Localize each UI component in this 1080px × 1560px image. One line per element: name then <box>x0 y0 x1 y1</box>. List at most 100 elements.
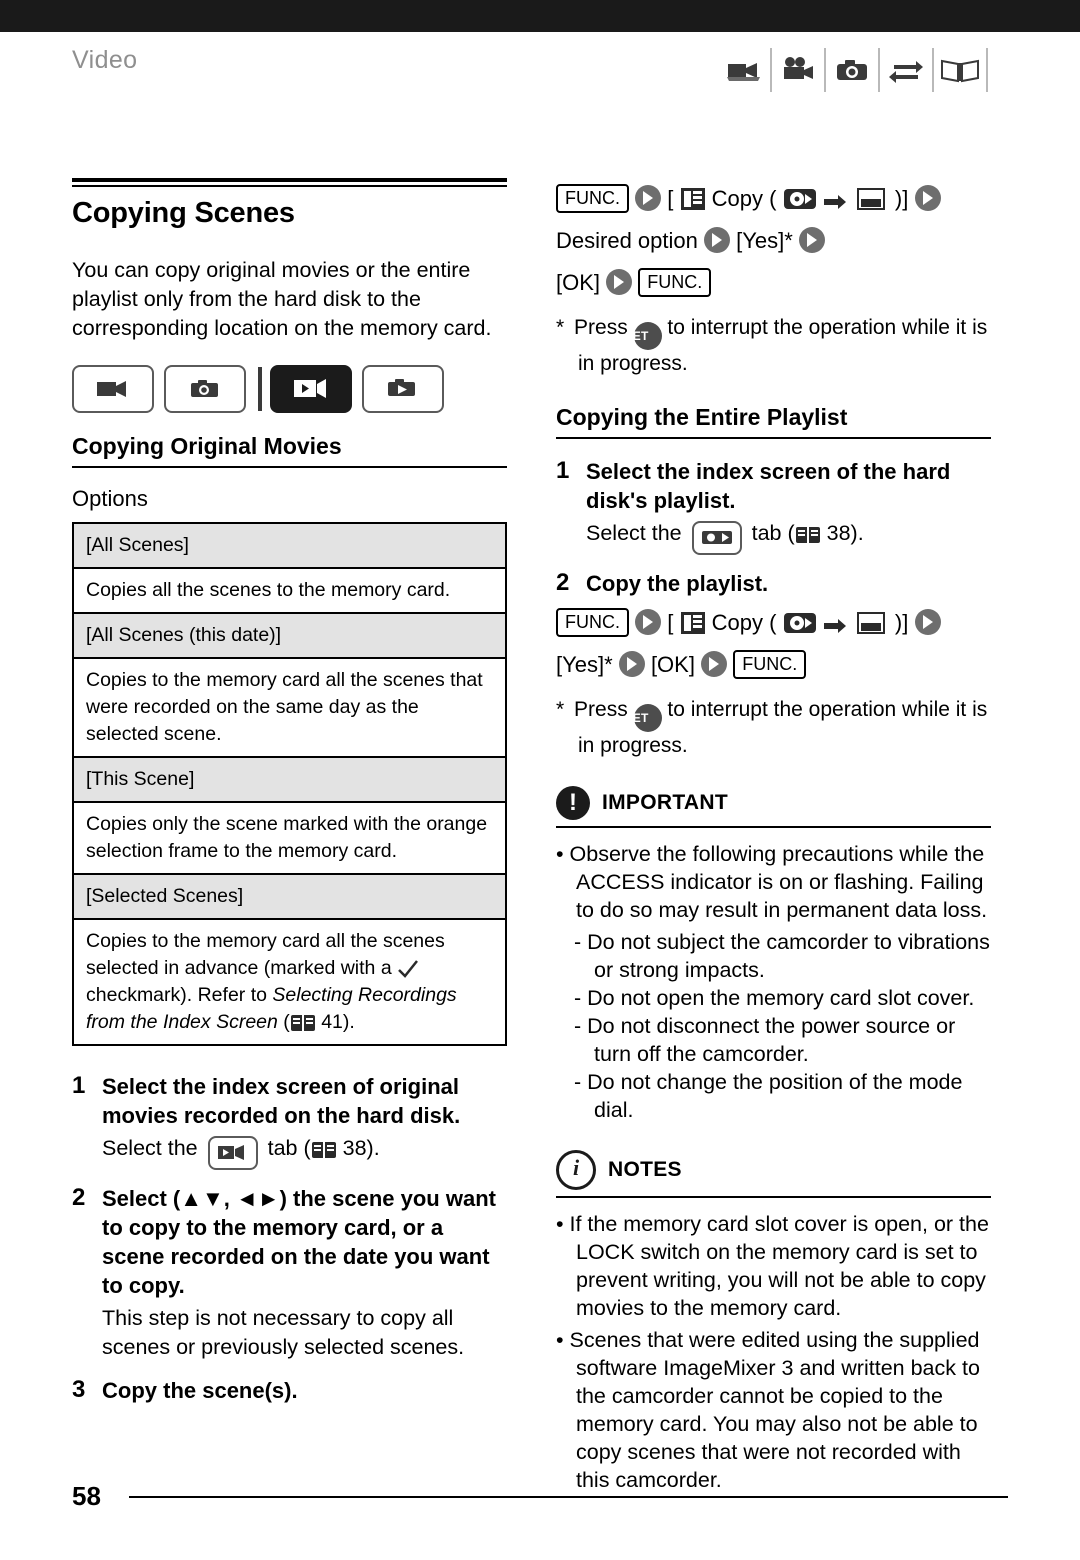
list-item: • Observe the following precautions whil… <box>556 842 988 922</box>
table-row: [All Scenes (this date)] <box>72 612 507 659</box>
header-title: Video <box>72 46 138 74</box>
ok-label[interactable]: [OK] <box>651 652 695 677</box>
option-desc-part1: Copies to the memory card all the scenes… <box>86 930 445 979</box>
substep-pre: Select the <box>586 521 682 545</box>
func-key[interactable]: FUNC. <box>556 184 629 213</box>
movie-camera-icon <box>770 48 824 92</box>
list-item: - Do not disconnect the power source or … <box>574 1014 956 1066</box>
option-desc-part4: ). <box>342 1011 355 1033</box>
desired-option-label: Desired option <box>556 228 698 253</box>
footnote-asterisk: * <box>556 316 565 339</box>
footnote-pre: Press <box>574 698 628 721</box>
joystick-dot-icon <box>606 269 633 295</box>
joystick-dot-icon <box>618 651 645 677</box>
notes-callout-header: i NOTES <box>556 1150 991 1190</box>
option-description: Copies to the memory card all the scenes… <box>72 918 507 1046</box>
camera-movie-icon <box>72 365 154 413</box>
bracket-open: [ <box>667 186 674 211</box>
table-row: Copies to the memory card all the scenes… <box>72 918 507 1046</box>
option-desc-part3: ( <box>277 1011 290 1033</box>
step-text: Copy the scene(s). <box>102 1378 298 1403</box>
copy-label: Copy ( <box>711 610 777 635</box>
playlist-tab-icon <box>691 521 742 555</box>
joystick-dot-icon <box>914 609 941 635</box>
notes-rule <box>556 1196 991 1198</box>
memory-card-icon <box>853 187 889 211</box>
option-page-ref: 41 <box>321 1011 343 1033</box>
step-3: 3 Copy the scene(s). <box>72 1376 507 1405</box>
tab-divider <box>258 367 262 411</box>
arrow-right-icon <box>823 617 847 635</box>
play-photo-icon <box>362 365 444 413</box>
important-rule <box>556 826 991 828</box>
notes-bullet-text: If the memory card slot cover is open, o… <box>569 1212 989 1320</box>
manual-page-icon <box>311 1140 337 1160</box>
operation-sequence-1: FUNC. [ Copy ( )] Desired option [Yes]* … <box>556 178 991 304</box>
set-button-icon: SET <box>625 704 662 732</box>
section-rule <box>556 437 991 439</box>
step-text: Select the index screen of the hard disk… <box>586 459 951 513</box>
option-description: Copies only the scene marked with the or… <box>72 801 507 875</box>
step-1-substep: Select the tab ( 38). <box>102 1134 507 1170</box>
exclamation-icon: ! <box>556 786 590 820</box>
option-name: [All Scenes] <box>72 522 507 569</box>
manual-page-icon <box>795 525 821 545</box>
step-number: 3 <box>72 1376 86 1403</box>
table-row: Copies all the scenes to the memory card… <box>72 567 507 614</box>
option-description: Copies to the memory card all the scenes… <box>72 657 507 758</box>
important-callout-header: ! IMPORTANT <box>556 786 991 820</box>
info-icon: i <box>556 1150 596 1190</box>
option-name: [This Scene] <box>72 756 507 803</box>
important-bullet-list: • Observe the following precautions whil… <box>556 840 991 924</box>
step-2: 2 Select (▲▼, ◄►) the scene you want to … <box>72 1184 507 1300</box>
important-title: IMPORTANT <box>602 791 728 814</box>
joystick-dot-icon <box>798 227 825 253</box>
notes-bullet-list: • If the memory card slot cover is open,… <box>556 1210 991 1494</box>
copy-menu-icon <box>680 187 706 211</box>
section-title-copying-entire-playlist: Copying the Entire Playlist <box>556 404 848 430</box>
joystick-dot-icon <box>635 609 662 635</box>
important-dash-list: - Do not subject the camcorder to vibrat… <box>574 928 991 1124</box>
manual-page-icon <box>290 1013 316 1033</box>
joystick-dot-icon <box>704 227 730 253</box>
table-row: Copies only the scene marked with the or… <box>72 801 507 875</box>
transfer-icon <box>878 48 932 92</box>
copy-close: )] <box>894 610 909 635</box>
list-item: - Do not change the position of the mode… <box>574 1070 963 1122</box>
hard-disk-icon <box>783 611 817 635</box>
memory-card-icon <box>853 611 889 635</box>
step-text: Select (▲▼, ◄►) the scene you want to co… <box>102 1186 496 1298</box>
set-button-icon: SET <box>625 322 662 350</box>
section-rule <box>72 466 507 468</box>
substep-page-ref: 38 <box>342 1136 367 1160</box>
book-icon <box>932 48 988 92</box>
func-key[interactable]: FUNC. <box>638 268 712 297</box>
bracket-open: [ <box>667 610 674 635</box>
substep-end: ). <box>850 521 864 545</box>
photo-camera-icon <box>824 48 878 92</box>
joystick-dot-icon <box>701 651 728 677</box>
func-key[interactable]: FUNC. <box>733 650 807 679</box>
option-name: [Selected Scenes] <box>72 873 507 920</box>
list-item: - Do not open the memory card slot cover… <box>574 986 975 1010</box>
substep-post: tab ( <box>751 521 795 545</box>
yes-label[interactable]: [Yes]* <box>736 228 793 253</box>
footnote-1: * Press SET to interrupt the operation w… <box>556 314 991 378</box>
ok-label[interactable]: [OK] <box>556 270 600 295</box>
playlist-step-1-substep: Select the tab ( 38). <box>586 519 991 555</box>
options-heading: Options <box>72 486 148 511</box>
option-name: [All Scenes (this date)] <box>72 612 507 659</box>
list-item: • If the memory card slot cover is open,… <box>556 1212 989 1320</box>
func-key[interactable]: FUNC. <box>556 608 629 637</box>
list-item: • Scenes that were edited using the supp… <box>556 1328 980 1492</box>
yes-label[interactable]: [Yes]* <box>556 652 613 677</box>
page-title: Copying Scenes <box>72 197 295 229</box>
step-text: Select the index screen of original movi… <box>102 1074 461 1128</box>
step-2-note: This step is not necessary to copy all s… <box>102 1306 465 1359</box>
dash-text: Do not change the position of the mode d… <box>587 1070 963 1122</box>
camera-photo-icon <box>164 365 246 413</box>
substep-end: ). <box>366 1136 380 1160</box>
table-row: [All Scenes] <box>72 522 507 569</box>
substep-pre: Select the <box>102 1136 198 1160</box>
operation-sequence-2: FUNC. [ Copy ( )] [Yes]* [OK] FUNC. <box>556 602 991 686</box>
